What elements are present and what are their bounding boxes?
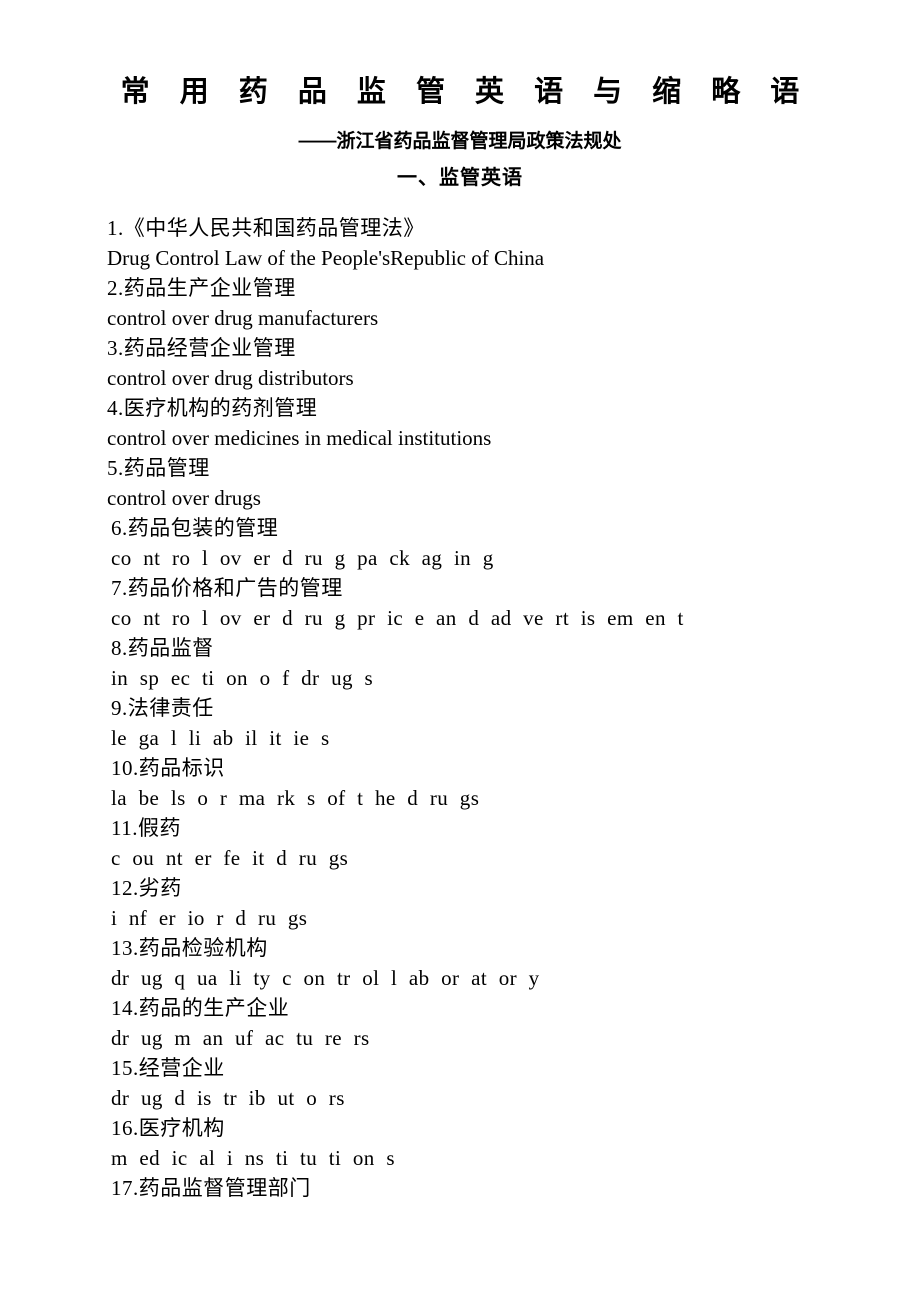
document-title: 常 用 药 品 监 管 英 语 与 缩 略 语 — [120, 76, 811, 108]
glossary-entry-list: 1.《中华人民共和国药品管理法》 Drug Control Law of the … — [107, 213, 847, 1203]
glossary-term-zh: 15.经营企业 — [111, 1056, 225, 1080]
glossary-term-en: control over drugs — [107, 486, 261, 510]
glossary-term-zh: 14.药品的生产企业 — [111, 996, 290, 1020]
document-subtitle: ——浙江省药品监督管理局政策法规处 — [298, 131, 622, 152]
glossary-term-zh: 4.医疗机构的药剂管理 — [107, 396, 318, 420]
glossary-term-en: co nt ro l ov er d ru g pa ck ag in g — [111, 546, 494, 570]
glossary-term-en: m ed ic al i ns ti tu ti on s — [111, 1146, 395, 1170]
glossary-term-en: i nf er io r d ru gs — [111, 906, 308, 930]
glossary-term-en: le ga l li ab il it ie s — [111, 726, 330, 750]
glossary-term-en: control over medicines in medical instit… — [107, 426, 492, 450]
glossary-term-en: in sp ec ti on o f dr ug s — [111, 666, 374, 690]
glossary-term-zh: 9.法律责任 — [111, 696, 214, 720]
glossary-term-zh: 7.药品价格和广告的管理 — [111, 576, 343, 600]
glossary-term-en: la be ls o r ma rk s of t he d ru gs — [111, 786, 480, 810]
glossary-term-zh: 12.劣药 — [111, 876, 182, 900]
glossary-term-zh: 10.药品标识 — [111, 756, 225, 780]
glossary-term-en: co nt ro l ov er d ru g pr ic e an d ad … — [111, 606, 684, 630]
glossary-term-zh: 17.药品监督管理部门 — [111, 1176, 311, 1200]
document-page: 常 用 药 品 监 管 英 语 与 缩 略 语 ——浙江省药品监督管理局政策法规… — [0, 0, 920, 1302]
glossary-term-zh: 16.医疗机构 — [111, 1116, 225, 1140]
glossary-term-zh: 8.药品监督 — [111, 636, 214, 660]
glossary-term-en: dr ug m an uf ac tu re rs — [111, 1026, 370, 1050]
glossary-term-en: control over drug distributors — [107, 366, 354, 390]
glossary-term-zh: 13.药品检验机构 — [111, 936, 268, 960]
glossary-term-en: Drug Control Law of the People'sRepublic… — [107, 246, 545, 270]
glossary-term-en: dr ug d is tr ib ut o rs — [111, 1086, 345, 1110]
glossary-term-zh: 1.《中华人民共和国药品管理法》 — [107, 216, 425, 240]
glossary-term-zh: 5.药品管理 — [107, 456, 210, 480]
glossary-term-zh: 6.药品包装的管理 — [111, 516, 279, 540]
glossary-term-en: control over drug manufacturers — [107, 306, 379, 330]
glossary-term-zh: 3.药品经营企业管理 — [107, 336, 296, 360]
glossary-term-en: dr ug q ua li ty c on tr ol l ab or at o… — [111, 966, 540, 990]
glossary-term-zh: 11.假药 — [111, 816, 181, 840]
glossary-term-en: c ou nt er fe it d ru gs — [111, 846, 349, 870]
glossary-term-zh: 2.药品生产企业管理 — [107, 276, 296, 300]
section-heading-one: 一、监管英语 — [397, 167, 523, 189]
